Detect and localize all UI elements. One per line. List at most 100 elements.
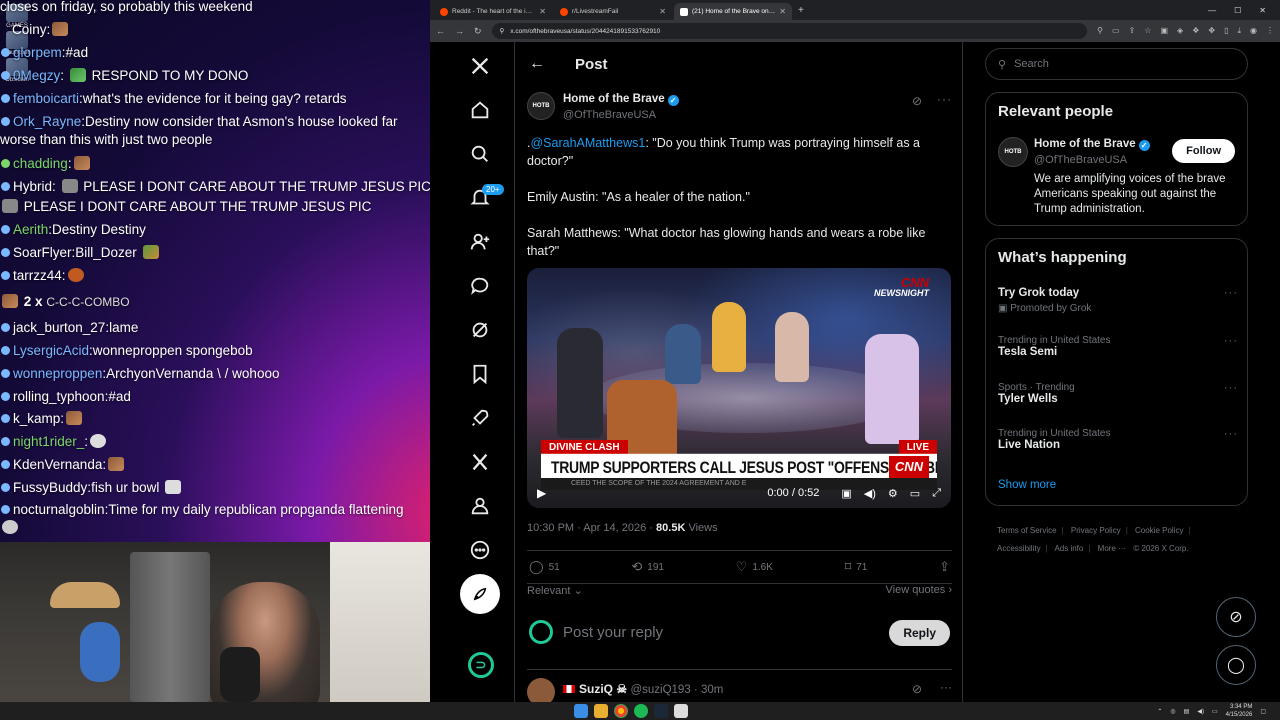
play-icon[interactable]: ▶ bbox=[537, 486, 551, 500]
profile-icon[interactable]: ◉ bbox=[1250, 26, 1257, 36]
x-logo-icon[interactable] bbox=[464, 50, 496, 82]
rocket-icon[interactable] bbox=[464, 402, 496, 434]
repost-action[interactable]: ⟲ 191 bbox=[631, 559, 664, 575]
back-arrow-icon[interactable]: ← bbox=[529, 55, 549, 73]
site-info-icon[interactable]: ⚲ bbox=[500, 27, 505, 35]
grok-icon[interactable]: ⊘ bbox=[912, 682, 922, 696]
more-options-icon[interactable]: ··· bbox=[1224, 382, 1238, 394]
grok-icon[interactable]: ⊘ bbox=[912, 94, 922, 108]
maximize-icon[interactable]: ☐ bbox=[1234, 6, 1241, 15]
person-handle[interactable]: @OfTheBraveUSA bbox=[1034, 154, 1127, 166]
mention-link[interactable]: @SarahAMatthews1 bbox=[530, 136, 645, 150]
volume-icon[interactable]: ◀) bbox=[864, 487, 876, 500]
footer-link[interactable]: Ads info bbox=[1054, 544, 1083, 553]
zoom-icon[interactable]: ⚲ bbox=[1097, 26, 1103, 36]
url-field[interactable]: ⚲ x.com/ofthebraveusa/status/20442418915… bbox=[491, 23, 1088, 39]
compose-post-button[interactable] bbox=[460, 574, 500, 614]
explore-search-icon[interactable] bbox=[464, 138, 496, 170]
follow-button[interactable]: Follow bbox=[1172, 139, 1235, 163]
menu-icon[interactable]: ⋮ bbox=[1266, 26, 1274, 36]
footer-link[interactable]: Accessibility bbox=[997, 544, 1041, 553]
tray-app-icon[interactable]: ◎ bbox=[1170, 708, 1175, 715]
share-icon[interactable]: ⇪ bbox=[1129, 26, 1136, 36]
profile-icon[interactable] bbox=[464, 490, 496, 522]
minimize-icon[interactable]: — bbox=[1208, 6, 1216, 15]
search-input[interactable]: ⚲ Search bbox=[985, 48, 1248, 80]
grok-floating-button[interactable]: ⊘ bbox=[1216, 597, 1256, 637]
tab-reddit-home[interactable]: Reddit - The heart of the internet ✕ bbox=[434, 3, 552, 20]
extension-icon[interactable]: ▣ bbox=[1160, 26, 1168, 36]
file-explorer-icon[interactable] bbox=[594, 704, 608, 718]
author-avatar[interactable]: HOTB bbox=[527, 92, 555, 120]
reply-action[interactable]: ◯ 51 bbox=[529, 559, 560, 575]
person-name-row[interactable]: Home of the Brave ✓ bbox=[1034, 138, 1150, 151]
start-windows-icon[interactable] bbox=[574, 704, 588, 718]
trend-item[interactable]: Trending in United States Live Nation ··… bbox=[998, 428, 1238, 468]
bookmarks-icon[interactable] bbox=[464, 358, 496, 390]
author-handle[interactable]: @OfTheBraveUSA bbox=[563, 109, 656, 121]
more-options-icon[interactable]: ··· bbox=[940, 680, 952, 694]
account-avatar[interactable]: ⊃ bbox=[468, 652, 494, 678]
more-options-icon[interactable]: ··· bbox=[1224, 287, 1238, 299]
star-icon[interactable]: ☆ bbox=[1144, 26, 1151, 36]
tab-livestreamfail[interactable]: r/LivestreamFail ✕ bbox=[554, 3, 672, 20]
extensions-menu-icon[interactable]: ✥ bbox=[1208, 26, 1215, 36]
reply-author-avatar[interactable] bbox=[527, 678, 555, 702]
share-action[interactable]: ⇪ bbox=[939, 559, 950, 575]
video-player[interactable]: CNN NEWSNIGHT DIVINE CLASH LIVE TRUMP SUP… bbox=[527, 268, 951, 508]
author-name[interactable]: Home of the Brave bbox=[563, 93, 665, 105]
new-tab-icon[interactable]: + bbox=[798, 5, 804, 16]
footer-link[interactable]: Privacy Policy bbox=[1071, 526, 1121, 535]
cast-icon[interactable]: ▭ bbox=[1112, 26, 1120, 36]
forward-icon[interactable]: → bbox=[455, 26, 464, 36]
footer-link[interactable]: Terms of Service bbox=[997, 526, 1057, 535]
tray-chevron-icon[interactable]: ⌃ bbox=[1157, 708, 1162, 715]
premium-x-icon[interactable] bbox=[464, 446, 496, 478]
more-options-icon[interactable]: ··· bbox=[1224, 335, 1238, 347]
captions-icon[interactable]: ▣ bbox=[841, 487, 851, 500]
reload-icon[interactable]: ↻ bbox=[474, 26, 482, 37]
sidebar-icon[interactable]: ▯ bbox=[1224, 26, 1228, 36]
messages-floating-button[interactable]: ◯ bbox=[1216, 645, 1256, 685]
notifications-icon[interactable]: ▢ bbox=[1260, 708, 1266, 715]
pip-icon[interactable]: ▭ bbox=[910, 487, 920, 500]
bookmark-action[interactable]: ⌑ 71 bbox=[845, 559, 868, 575]
tab-x-post[interactable]: (21) Home of the Brave on X: " ✕ bbox=[674, 3, 792, 20]
close-window-icon[interactable]: ✕ bbox=[1259, 6, 1266, 15]
more-options-icon[interactable]: ··· bbox=[937, 92, 952, 106]
steam-icon[interactable] bbox=[654, 704, 668, 718]
download-icon[interactable]: ⤓ bbox=[1237, 26, 1241, 36]
sort-dropdown[interactable]: Relevant ⌄ bbox=[527, 584, 583, 597]
battery-icon[interactable]: ▭ bbox=[1212, 708, 1218, 715]
network-icon[interactable]: ▤ bbox=[1184, 708, 1190, 715]
person-name[interactable]: Home of the Brave bbox=[1034, 138, 1136, 150]
fullscreen-icon[interactable]: ⤢ bbox=[932, 487, 941, 500]
footer-link[interactable]: More ··· bbox=[1098, 544, 1126, 553]
close-icon[interactable]: ✕ bbox=[779, 7, 786, 16]
home-icon[interactable] bbox=[464, 94, 496, 126]
show-more-link[interactable]: Show more bbox=[998, 479, 1056, 491]
trend-item[interactable]: Try Grok today ▣ Promoted by Grok ··· bbox=[998, 287, 1238, 327]
reply-item[interactable]: SuziQ ☠ @suziQ193 · 30m ⊘ ··· bbox=[527, 669, 952, 702]
close-icon[interactable]: ✕ bbox=[539, 7, 546, 16]
person-avatar[interactable]: HOTB bbox=[998, 137, 1028, 167]
messages-chat-icon[interactable] bbox=[464, 270, 496, 302]
author-name-row[interactable]: Home of the Brave ✓ bbox=[563, 93, 679, 106]
like-action[interactable]: ♡ 1.6K bbox=[736, 559, 773, 575]
footer-link[interactable]: Cookie Policy bbox=[1135, 526, 1183, 535]
back-icon[interactable]: ← bbox=[436, 26, 445, 36]
grok-icon[interactable] bbox=[464, 314, 496, 346]
settings-gear-icon[interactable]: ⚙ bbox=[888, 487, 898, 500]
extension-icon[interactable]: ❖ bbox=[1192, 26, 1199, 36]
trend-item[interactable]: Trending in United States Tesla Semi ··· bbox=[998, 335, 1238, 375]
volume-icon[interactable]: ◀) bbox=[1197, 708, 1204, 715]
reply-input[interactable]: Post your reply bbox=[563, 624, 663, 641]
trend-item[interactable]: Sports · Trending Tyler Wells ··· bbox=[998, 382, 1238, 422]
chrome-icon[interactable] bbox=[614, 704, 628, 718]
close-icon[interactable]: ✕ bbox=[659, 7, 666, 16]
more-circle-icon[interactable] bbox=[464, 534, 496, 566]
reply-author-name[interactable]: SuziQ bbox=[579, 682, 613, 696]
extension-icon[interactable]: ◈ bbox=[1177, 26, 1183, 36]
more-options-icon[interactable]: ··· bbox=[1224, 428, 1238, 440]
reply-button[interactable]: Reply bbox=[889, 620, 950, 646]
